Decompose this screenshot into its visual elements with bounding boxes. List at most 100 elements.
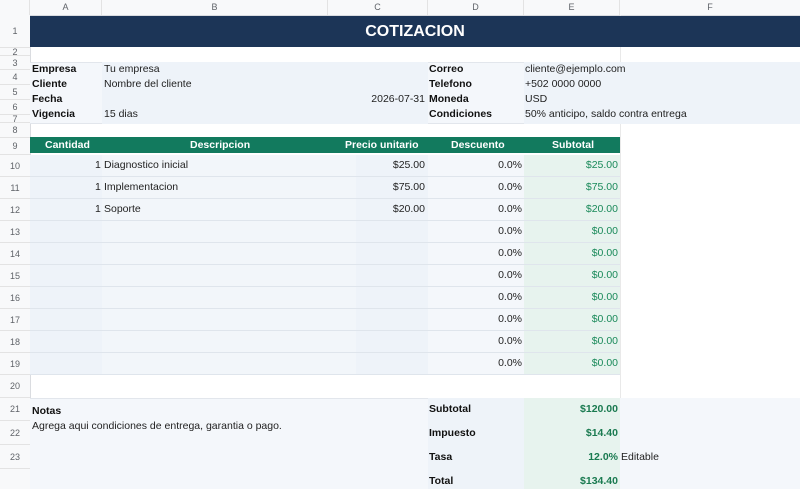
header-precio-unitario[interactable]: Precio unitario [345, 137, 419, 153]
row-header-2[interactable]: 2 [0, 48, 30, 57]
row-header-7[interactable]: 7 [0, 115, 30, 124]
column-header-a[interactable]: A [30, 0, 102, 15]
item-qty[interactable]: 1 [95, 199, 101, 220]
column-header-e[interactable]: E [524, 0, 620, 15]
item-discount[interactable]: 0.0% [498, 265, 522, 286]
item-discount[interactable]: 0.0% [498, 177, 522, 198]
totals-value-0[interactable]: $120.00 [580, 403, 618, 415]
table-cell-bg[interactable] [30, 309, 102, 330]
item-qty[interactable]: 1 [95, 155, 101, 176]
table-cell-bg[interactable] [30, 265, 102, 286]
table-cell-bg[interactable] [356, 309, 428, 330]
item-description[interactable]: Diagnostico inicial [104, 155, 188, 176]
item-subtotal[interactable]: $75.00 [586, 177, 618, 198]
quote-title[interactable]: COTIZACION [30, 16, 800, 47]
item-discount[interactable]: 0.0% [498, 243, 522, 264]
table-cell-bg[interactable] [102, 221, 356, 242]
row-header-5[interactable]: 5 [0, 85, 30, 100]
item-subtotal[interactable]: $0.00 [592, 331, 618, 352]
table-cell-bg[interactable] [30, 331, 102, 352]
row-header-20[interactable]: 20 [0, 375, 30, 398]
info-right-value-3[interactable]: 50% anticipo, saldo contra entrega [525, 108, 687, 120]
table-cell-bg[interactable] [356, 221, 428, 242]
item-discount[interactable]: 0.0% [498, 331, 522, 352]
item-subtotal[interactable]: $0.00 [592, 287, 618, 308]
row-header-6[interactable]: 6 [0, 100, 30, 115]
row-header-11[interactable]: 11 [0, 177, 30, 199]
info-right-value-0[interactable]: cliente@ejemplo.com [525, 63, 626, 75]
column-header-f[interactable]: F [620, 0, 800, 15]
notes-text[interactable]: Agrega aqui condiciones de entrega, gara… [32, 420, 282, 432]
row-header-1[interactable]: 1 [0, 15, 30, 48]
corner-cell[interactable] [0, 0, 30, 15]
item-discount[interactable]: 0.0% [498, 287, 522, 308]
notes-area[interactable]: Notas Agrega aqui condiciones de entrega… [30, 398, 428, 489]
table-cell-bg[interactable] [30, 243, 102, 264]
table-cell-bg[interactable] [30, 177, 102, 198]
item-discount[interactable]: 0.0% [498, 221, 522, 242]
row-header-10[interactable]: 10 [0, 155, 30, 177]
info-right-value-2[interactable]: USD [525, 93, 547, 105]
table-cell-bg[interactable] [102, 243, 356, 264]
header-subtotal[interactable]: Subtotal [552, 137, 594, 153]
totals-value-1[interactable]: $14.40 [586, 427, 618, 439]
header-cantidad[interactable]: Cantidad [45, 137, 90, 153]
item-price[interactable]: $25.00 [393, 155, 425, 176]
table-cell-bg[interactable] [356, 331, 428, 352]
row-header-9[interactable]: 9 [0, 138, 30, 155]
info-value-0[interactable]: Tu empresa [104, 63, 160, 75]
item-subtotal[interactable]: $25.00 [586, 155, 618, 176]
row-header-18[interactable]: 18 [0, 331, 30, 353]
header-descuento[interactable]: Descuento [451, 137, 505, 153]
row-header-22[interactable]: 22 [0, 421, 30, 445]
column-header-d[interactable]: D [428, 0, 524, 15]
item-discount[interactable]: 0.0% [498, 155, 522, 176]
table-cell-bg[interactable] [356, 265, 428, 286]
item-subtotal[interactable]: $0.00 [592, 243, 618, 264]
table-cell-bg[interactable] [30, 199, 102, 220]
item-description[interactable]: Implementacion [104, 177, 178, 198]
totals-value-2[interactable]: 12.0% [588, 451, 618, 463]
row-header-15[interactable]: 15 [0, 265, 30, 287]
table-cell-bg[interactable] [356, 243, 428, 264]
row-header-12[interactable]: 12 [0, 199, 30, 221]
item-qty[interactable]: 1 [95, 177, 101, 198]
table-cell-bg[interactable] [30, 221, 102, 242]
table-cell-bg[interactable] [102, 287, 356, 308]
item-discount[interactable]: 0.0% [498, 309, 522, 330]
row-header-13[interactable]: 13 [0, 221, 30, 243]
item-subtotal[interactable]: $0.00 [592, 221, 618, 242]
row-header-4[interactable]: 4 [0, 70, 30, 85]
table-cell-bg[interactable] [30, 353, 102, 374]
column-header-b[interactable]: B [102, 0, 328, 15]
column-header-c[interactable]: C [328, 0, 428, 15]
info-right-value-1[interactable]: +502 0000 0000 [525, 78, 601, 90]
table-cell-bg[interactable] [102, 353, 356, 374]
table-cell-bg[interactable] [102, 309, 356, 330]
table-cell-bg[interactable] [102, 265, 356, 286]
info-value-1[interactable]: Nombre del cliente [104, 78, 192, 90]
info-date-value[interactable]: 2026-07-31 [371, 93, 425, 105]
item-discount[interactable]: 0.0% [498, 353, 522, 374]
row-header-3[interactable]: 3 [0, 56, 30, 70]
item-subtotal[interactable]: $20.00 [586, 199, 618, 220]
row-header-17[interactable]: 17 [0, 309, 30, 331]
item-description[interactable]: Soporte [104, 199, 141, 220]
info-value-3[interactable]: 15 dias [104, 108, 138, 120]
item-price[interactable]: $75.00 [393, 177, 425, 198]
row-header-23[interactable]: 23 [0, 445, 30, 469]
item-subtotal[interactable]: $0.00 [592, 265, 618, 286]
row-header-8[interactable]: 8 [0, 123, 30, 138]
table-cell-bg[interactable] [30, 155, 102, 176]
item-discount[interactable]: 0.0% [498, 199, 522, 220]
row-header-16[interactable]: 16 [0, 287, 30, 309]
item-subtotal[interactable]: $0.00 [592, 353, 618, 374]
table-cell-bg[interactable] [102, 331, 356, 352]
totals-value-3[interactable]: $134.40 [580, 475, 618, 487]
row-header-19[interactable]: 19 [0, 353, 30, 375]
item-subtotal[interactable]: $0.00 [592, 309, 618, 330]
row-header-14[interactable]: 14 [0, 243, 30, 265]
table-cell-bg[interactable] [356, 353, 428, 374]
row-header-21[interactable]: 21 [0, 398, 30, 421]
table-cell-bg[interactable] [356, 287, 428, 308]
